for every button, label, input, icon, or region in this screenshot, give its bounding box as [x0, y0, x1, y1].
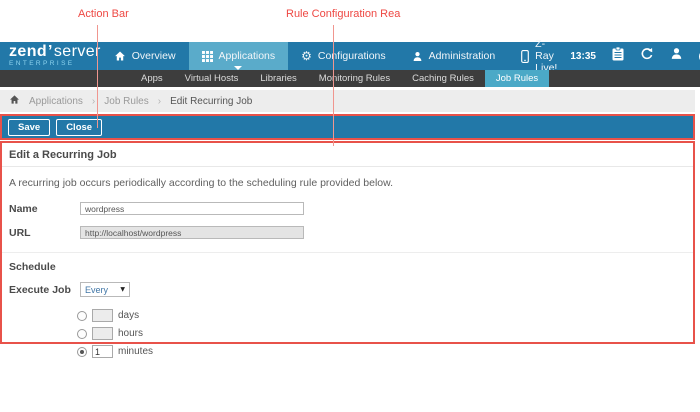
main-nav: Overview Applications ⚙ Configurations A… [101, 42, 571, 70]
subnav-item-libraries[interactable]: Libraries [249, 70, 307, 87]
url-field-row: URL [2, 222, 693, 243]
name-label: Name [9, 203, 80, 215]
page-title: Edit a Recurring Job [2, 143, 693, 167]
clipboard-icon[interactable] [612, 47, 624, 66]
nav-item-administration[interactable]: Administration [399, 42, 509, 70]
phone-icon [521, 50, 529, 63]
annotation-action-bar-label: Action Bar [78, 8, 129, 20]
days-radio[interactable] [77, 311, 87, 321]
zend-server-logo: zend’server ENTERPRISE [0, 42, 101, 70]
minutes-radio[interactable] [77, 347, 87, 357]
logo-brand: zend [9, 43, 47, 60]
logo-product: server [54, 43, 101, 60]
subnav-item-monitoring-rules[interactable]: Monitoring Rules [308, 70, 401, 87]
subnav-item-caching-rules[interactable]: Caching Rules [401, 70, 485, 87]
annotation-line [333, 25, 334, 146]
person-icon [412, 51, 423, 62]
user-icon[interactable] [670, 47, 683, 65]
save-button[interactable]: Save [8, 119, 50, 136]
annotation-rule-configuration-label: Rule Configuration Rea [286, 8, 400, 20]
logo-text: zend’server [9, 44, 101, 60]
interval-row-hours: hours [77, 327, 693, 340]
breadcrumb-job-rules[interactable]: Job Rules [104, 96, 148, 107]
execute-job-label: Execute Job [9, 284, 80, 296]
select-value: Every [85, 285, 108, 295]
chevron-down-icon: ▼ [120, 286, 125, 293]
breadcrumb: Applications › Job Rules › Edit Recurrin… [0, 90, 695, 112]
screen: Action Bar Rule Configuration Rea zend’s… [0, 0, 700, 412]
nav-item-label: Overview [132, 50, 176, 62]
breadcrumb-applications[interactable]: Applications [29, 96, 83, 107]
breadcrumb-separator: › [158, 96, 161, 107]
hours-radio[interactable] [77, 329, 87, 339]
breadcrumb-current-page: Edit Recurring Job [170, 96, 252, 107]
interval-row-minutes: minutes [77, 345, 693, 358]
hours-label: hours [118, 328, 143, 339]
name-input[interactable] [80, 202, 304, 215]
home-icon [114, 50, 126, 62]
gears-icon: ⚙ [301, 50, 312, 62]
logo-tick: ’ [48, 43, 53, 60]
url-label: URL [9, 227, 80, 239]
close-button[interactable]: Close [56, 119, 102, 136]
schedule-section-title: Schedule [2, 252, 693, 275]
url-input [80, 226, 304, 239]
action-bar: Save Close [0, 114, 695, 140]
subnav-item-apps[interactable]: Apps [130, 70, 174, 87]
days-input[interactable] [92, 309, 113, 322]
execute-job-row: Execute Job Every ▼ [2, 278, 693, 301]
nav-item-overview[interactable]: Overview [101, 42, 189, 70]
subnav-spacer [0, 70, 130, 87]
home-icon[interactable] [9, 94, 20, 108]
interval-options: days hours minutes [77, 309, 693, 358]
execute-job-select[interactable]: Every ▼ [80, 282, 130, 297]
nav-item-label: Z-Ray Live! [535, 38, 557, 74]
sub-navbar: Apps Virtual Hosts Libraries Monitoring … [0, 70, 700, 87]
annotation-line [97, 25, 98, 128]
grid-icon [202, 51, 213, 62]
interval-row-days: days [77, 309, 693, 322]
days-label: days [118, 310, 139, 321]
nav-item-configurations[interactable]: ⚙ Configurations [288, 42, 398, 70]
navbar-right: 13:35 ? [570, 42, 700, 70]
minutes-label: minutes [118, 346, 153, 357]
nav-item-applications[interactable]: Applications [189, 42, 289, 70]
name-field-row: Name [2, 198, 693, 219]
subnav-item-virtual-hosts[interactable]: Virtual Hosts [174, 70, 250, 87]
hours-input[interactable] [92, 327, 113, 340]
nav-item-label: Applications [219, 50, 276, 62]
nav-item-zray-live[interactable]: Z-Ray Live! [508, 42, 570, 70]
subnav-item-job-rules[interactable]: Job Rules [485, 70, 549, 87]
nav-item-label: Configurations [318, 50, 386, 62]
top-navbar: zend’server ENTERPRISE Overview Applicat… [0, 42, 700, 70]
clock: 13:35 [570, 51, 596, 62]
rule-configuration-panel: Edit a Recurring Job A recurring job occ… [0, 141, 695, 344]
nav-item-label: Administration [429, 50, 496, 62]
page-description: A recurring job occurs periodically acco… [2, 167, 693, 195]
minutes-input[interactable] [92, 345, 113, 358]
refresh-icon[interactable] [640, 47, 654, 66]
logo-edition: ENTERPRISE [9, 61, 101, 68]
breadcrumb-separator: › [92, 96, 95, 107]
